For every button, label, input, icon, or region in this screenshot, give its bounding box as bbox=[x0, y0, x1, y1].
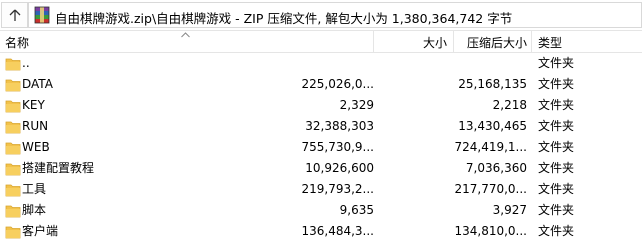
item-name: KEY bbox=[22, 98, 45, 112]
archive-path-text: 自由棋牌游戏.zip\自由棋牌游戏 - ZIP 压缩文件, 解包大小为 1,38… bbox=[55, 11, 513, 26]
folder-icon bbox=[5, 142, 21, 155]
item-name: 工具 bbox=[22, 182, 47, 196]
column-divider[interactable] bbox=[373, 31, 374, 53]
item-name: DATA bbox=[22, 77, 53, 91]
folder-icon bbox=[5, 205, 21, 218]
item-size: 9,635 bbox=[339, 203, 374, 217]
item-packed-size: 134,810,0... bbox=[454, 224, 527, 238]
list-item[interactable]: WEB 755,730,9... 724,419,1... 文件夹 bbox=[0, 137, 642, 158]
item-name: 客户端 bbox=[22, 224, 59, 238]
item-name: 搭建配置教程 bbox=[22, 161, 95, 175]
list-item[interactable]: 搭建配置教程 10,926,600 7,036,360 文件夹 bbox=[0, 158, 642, 179]
file-list: .. 文件夹 DATA 225,026,0... 25,168,135 文件夹 … bbox=[0, 53, 642, 242]
item-type: 文件夹 bbox=[538, 182, 575, 196]
item-packed-size: 2,218 bbox=[492, 98, 527, 112]
item-name: .. bbox=[22, 56, 30, 70]
folder-icon bbox=[5, 163, 21, 176]
item-type: 文件夹 bbox=[538, 224, 575, 238]
item-packed-size: 7,036,360 bbox=[465, 161, 527, 175]
winrar-archive-icon bbox=[34, 6, 50, 24]
item-type: 文件夹 bbox=[538, 203, 575, 217]
up-folder-button[interactable] bbox=[1, 2, 28, 28]
item-size: 2,329 bbox=[339, 98, 374, 112]
item-type: 文件夹 bbox=[538, 77, 575, 91]
item-size: 755,730,9... bbox=[301, 140, 374, 154]
item-size: 219,793,2... bbox=[301, 182, 374, 196]
list-item[interactable]: 脚本 9,635 3,927 文件夹 bbox=[0, 200, 642, 221]
address-bar: 自由棋牌游戏.zip\自由棋牌游戏 - ZIP 压缩文件, 解包大小为 1,38… bbox=[0, 0, 642, 31]
item-packed-size: 217,770,0... bbox=[454, 182, 527, 196]
item-type: 文件夹 bbox=[538, 98, 575, 112]
item-name: WEB bbox=[22, 140, 50, 154]
item-name: 脚本 bbox=[22, 203, 47, 217]
list-item[interactable]: KEY 2,329 2,218 文件夹 bbox=[0, 95, 642, 116]
column-type-header[interactable]: 类型 bbox=[538, 31, 562, 53]
sort-ascending-icon bbox=[181, 32, 190, 38]
list-item[interactable]: 工具 219,793,2... 217,770,0... 文件夹 bbox=[0, 179, 642, 200]
item-type: 文件夹 bbox=[538, 140, 575, 154]
folder-icon bbox=[5, 121, 21, 134]
folder-icon bbox=[5, 226, 21, 239]
item-type: 文件夹 bbox=[538, 161, 575, 175]
column-name-header[interactable]: 名称 bbox=[5, 31, 29, 53]
item-type: 文件夹 bbox=[538, 119, 575, 133]
column-packed-header[interactable]: 压缩后大小 bbox=[467, 31, 527, 53]
column-divider[interactable] bbox=[453, 31, 454, 53]
list-item[interactable]: .. 文件夹 bbox=[0, 53, 642, 74]
item-packed-size: 13,430,465 bbox=[458, 119, 527, 133]
item-packed-size: 25,168,135 bbox=[458, 77, 527, 91]
item-packed-size: 3,927 bbox=[492, 203, 527, 217]
list-item[interactable]: RUN 32,388,303 13,430,465 文件夹 bbox=[0, 116, 642, 137]
item-size: 225,026,0... bbox=[301, 77, 374, 91]
item-packed-size: 724,419,1... bbox=[454, 140, 527, 154]
folder-icon bbox=[5, 58, 21, 71]
column-header: 名称 大小 压缩后大小 类型 bbox=[0, 31, 642, 53]
item-size: 136,484,3... bbox=[301, 224, 374, 238]
folder-icon bbox=[5, 79, 21, 92]
arrow-up-icon bbox=[9, 9, 21, 21]
item-type: 文件夹 bbox=[538, 56, 575, 70]
folder-icon bbox=[5, 184, 21, 197]
item-size: 32,388,303 bbox=[305, 119, 374, 133]
item-name: RUN bbox=[22, 119, 49, 133]
path-field[interactable]: 自由棋牌游戏.zip\自由棋牌游戏 - ZIP 压缩文件, 解包大小为 1,38… bbox=[28, 2, 642, 28]
list-item[interactable]: DATA 225,026,0... 25,168,135 文件夹 bbox=[0, 74, 642, 95]
archive-window: 自由棋牌游戏.zip\自由棋牌游戏 - ZIP 压缩文件, 解包大小为 1,38… bbox=[0, 0, 642, 250]
column-divider[interactable] bbox=[531, 31, 532, 53]
column-size-header[interactable]: 大小 bbox=[423, 31, 447, 53]
folder-icon bbox=[5, 100, 21, 113]
item-size: 10,926,600 bbox=[305, 161, 374, 175]
list-item[interactable]: 客户端 136,484,3... 134,810,0... 文件夹 bbox=[0, 221, 642, 242]
